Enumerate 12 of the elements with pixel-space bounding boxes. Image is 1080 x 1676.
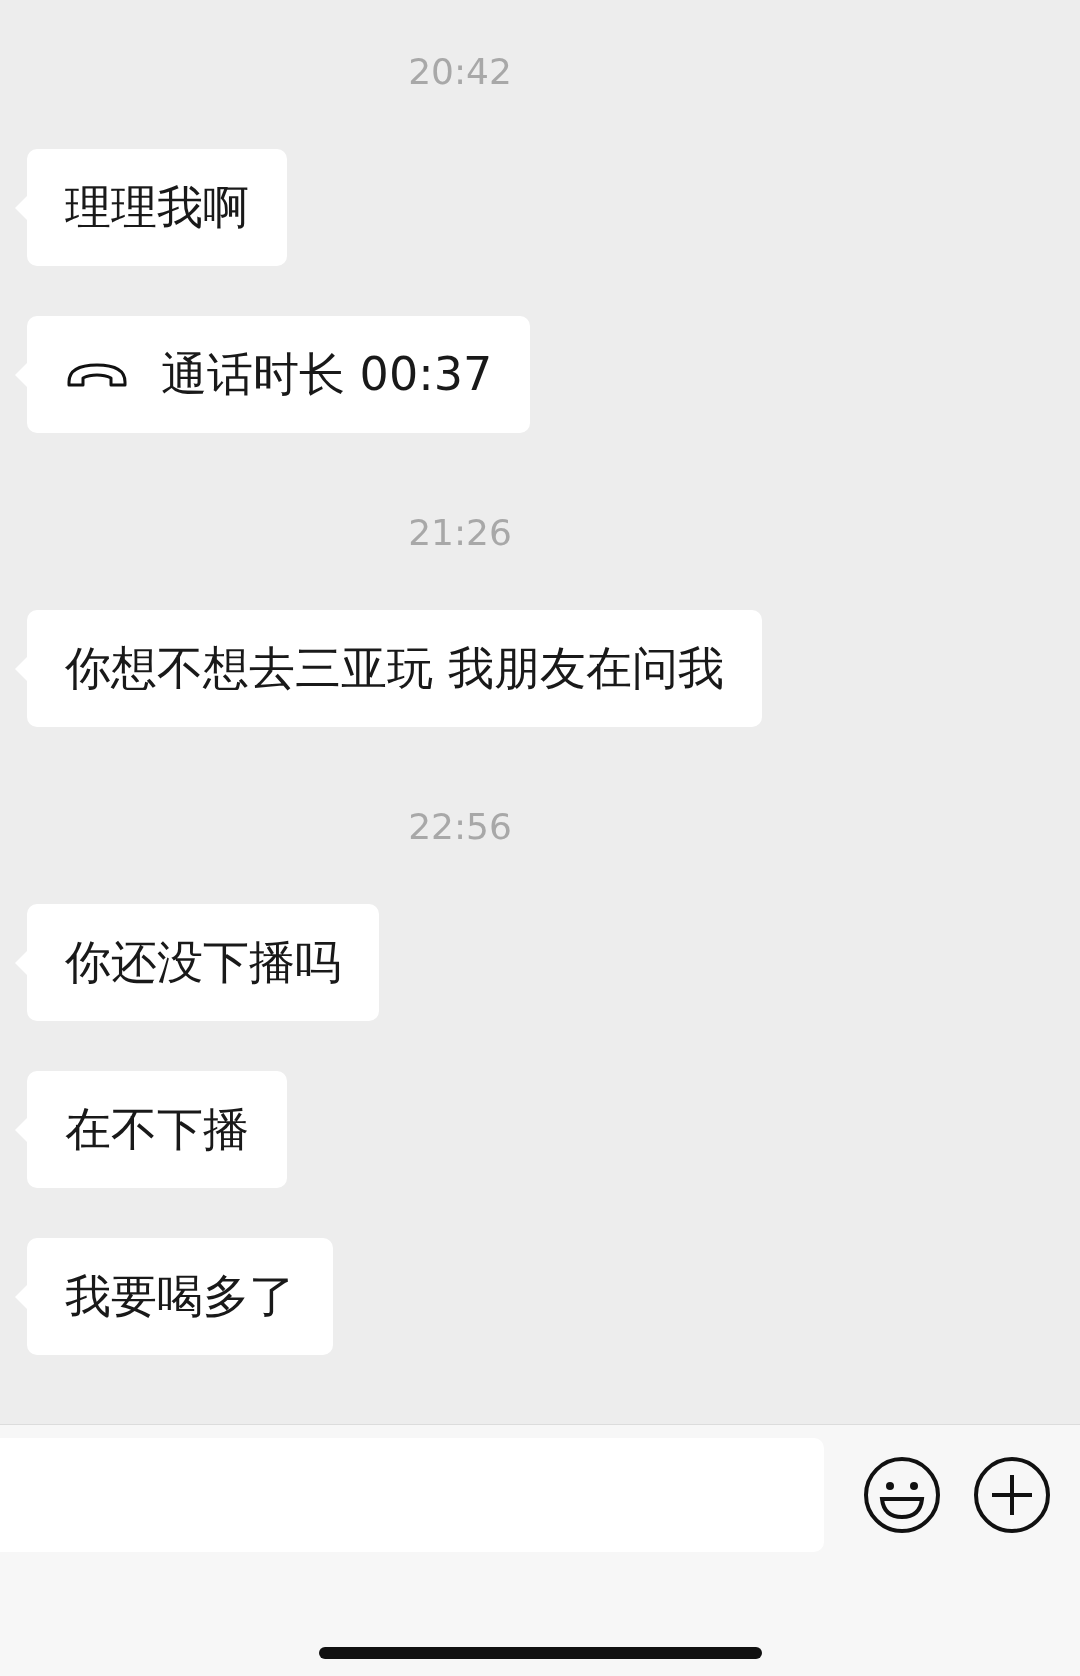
timestamp: 22:56 <box>408 806 512 847</box>
timestamp: 21:26 <box>408 512 512 553</box>
phone-icon <box>65 361 129 388</box>
plus-icon[interactable] <box>972 1455 1052 1535</box>
timestamp: 20:42 <box>408 51 512 92</box>
message-bubble[interactable]: 你还没下播吗 <box>27 904 379 1021</box>
message-bubble[interactable]: 我要喝多了 <box>27 1238 333 1355</box>
message-bubble[interactable]: 理理我啊 <box>27 149 287 266</box>
message-bubble[interactable]: 在不下播 <box>27 1071 287 1188</box>
emoji-icon[interactable] <box>862 1455 942 1535</box>
message-bubble[interactable]: 你想不想去三亚玩 我朋友在问我 <box>27 610 762 727</box>
call-bubble[interactable]: 通话时长 00:37 <box>27 316 531 433</box>
